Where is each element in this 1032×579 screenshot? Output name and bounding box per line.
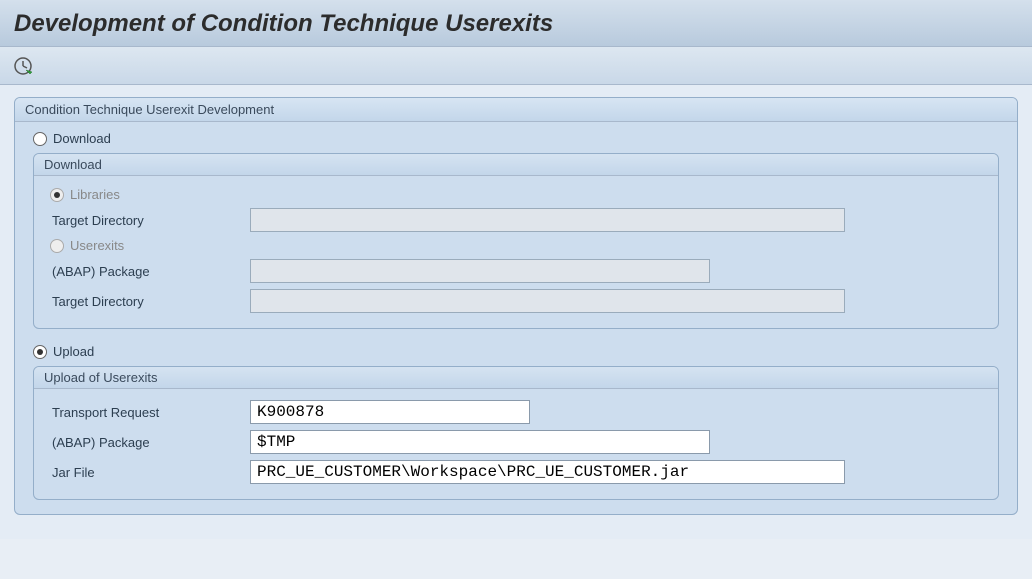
upload-group: Upload of Userexits Transport Request (A…: [33, 366, 999, 500]
userexits-target-dir-label: Target Directory: [50, 294, 250, 309]
userexits-radio-label: Userexits: [70, 238, 124, 253]
userexits-target-dir-row: Target Directory: [50, 286, 982, 316]
download-radio-label: Download: [53, 131, 111, 146]
jar-file-label: Jar File: [50, 465, 250, 480]
libraries-radio[interactable]: [50, 188, 64, 202]
userexits-radio[interactable]: [50, 239, 64, 253]
content-area: Condition Technique Userexit Development…: [0, 85, 1032, 539]
libraries-radio-label: Libraries: [70, 187, 120, 202]
upload-package-label: (ABAP) Package: [50, 435, 250, 450]
userexits-radio-row: Userexits: [50, 235, 982, 256]
userexits-package-label: (ABAP) Package: [50, 264, 250, 279]
download-group-header: Download: [34, 154, 998, 176]
userexits-package-row: (ABAP) Package: [50, 256, 982, 286]
transport-request-input[interactable]: [250, 400, 530, 424]
page-title: Development of Condition Technique Usere…: [14, 10, 1018, 38]
download-group: Download Libraries Target Directory User…: [33, 153, 999, 329]
libraries-target-dir-label: Target Directory: [50, 213, 250, 228]
libraries-target-dir-input[interactable]: [250, 208, 845, 232]
upload-group-header: Upload of Userexits: [34, 367, 998, 389]
upload-package-input[interactable]: [250, 430, 710, 454]
jar-file-row: Jar File: [50, 457, 982, 487]
upload-radio-row: Upload: [33, 341, 999, 362]
upload-radio[interactable]: [33, 345, 47, 359]
transport-request-row: Transport Request: [50, 397, 982, 427]
clock-execute-icon: [13, 56, 33, 76]
userexits-target-dir-input[interactable]: [250, 289, 845, 313]
userexits-package-input[interactable]: [250, 259, 710, 283]
title-bar: Development of Condition Technique Usere…: [0, 0, 1032, 47]
download-group-body: Libraries Target Directory Userexits (AB…: [34, 176, 998, 328]
upload-group-body: Transport Request (ABAP) Package Jar Fil…: [34, 389, 998, 499]
execute-button[interactable]: [10, 53, 36, 79]
toolbar: [0, 47, 1032, 85]
upload-radio-label: Upload: [53, 344, 94, 359]
download-radio[interactable]: [33, 132, 47, 146]
jar-file-input[interactable]: [250, 460, 845, 484]
main-groupbox-header: Condition Technique Userexit Development: [15, 98, 1017, 122]
main-groupbox: Condition Technique Userexit Development…: [14, 97, 1018, 515]
upload-package-row: (ABAP) Package: [50, 427, 982, 457]
main-groupbox-body: Download Download Libraries Target Direc…: [15, 122, 1017, 514]
transport-request-label: Transport Request: [50, 405, 250, 420]
download-radio-row: Download: [33, 128, 999, 149]
libraries-radio-row: Libraries: [50, 184, 982, 205]
libraries-target-dir-row: Target Directory: [50, 205, 982, 235]
